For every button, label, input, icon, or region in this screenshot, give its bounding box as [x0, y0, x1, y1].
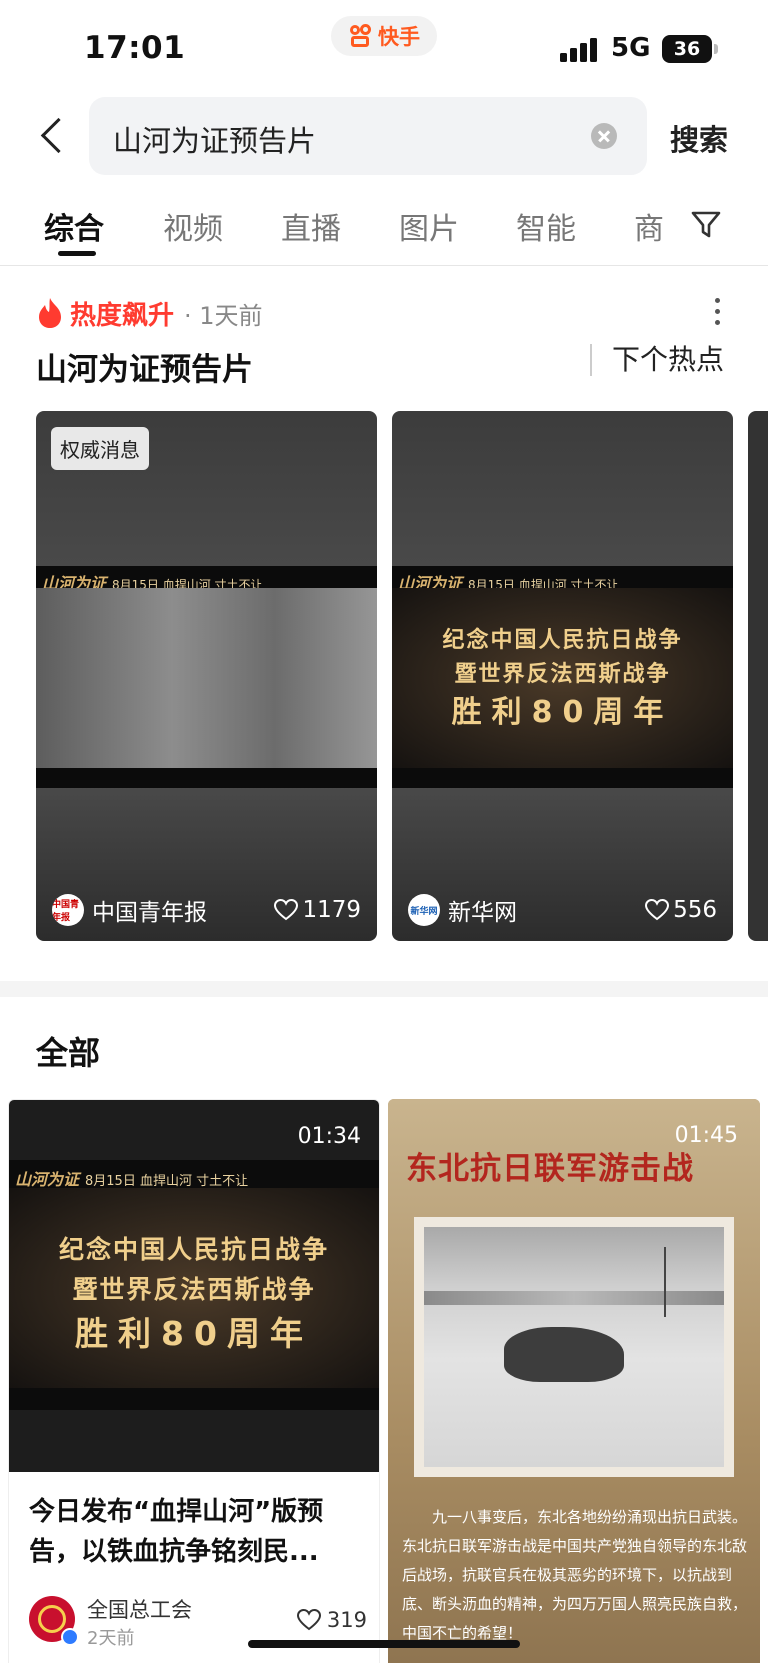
- author-avatar[interactable]: 中国青年报: [52, 894, 84, 926]
- video-result-card[interactable]: 01:34 山河为证 8月15日 血捍山河 寸土不让 纪念中国人民抗日战争 暨世界…: [8, 1099, 380, 1663]
- tab-images[interactable]: 图片: [399, 204, 459, 248]
- like-count[interactable]: 556: [645, 897, 717, 923]
- photo-tree: [664, 1247, 666, 1317]
- app-name: 快手: [378, 25, 420, 49]
- kuaishou-logo-icon: [348, 24, 372, 48]
- photo-soldier: [504, 1327, 624, 1382]
- author-avatar[interactable]: 新华网: [408, 894, 440, 926]
- like-count[interactable]: 1179: [274, 897, 361, 923]
- video-thumbnail: 山河为证 8月15日 血捍山河 寸土不让: [36, 566, 377, 788]
- author-name[interactable]: 新华网: [448, 893, 645, 927]
- card-footer: 中国青年报 中国青年报 1179: [52, 893, 361, 927]
- snow-battlefield-image: [424, 1227, 724, 1467]
- network-type: 5G: [611, 33, 651, 63]
- poster-frame: 山河为证 8月15日 血捍山河 寸土不让 纪念中国人民抗日战争 暨世界反法西斯战争…: [9, 1160, 379, 1410]
- hot-video-card[interactable]: 山河为证 8月15日 血捍山河 寸土不让 纪念中国人民抗日战争 暨世界反法西斯战争…: [392, 411, 733, 941]
- tab-live[interactable]: 直播: [281, 204, 341, 248]
- heart-icon: [645, 899, 670, 921]
- heart-icon: [296, 1609, 321, 1631]
- video-thumbnail: 01:34 山河为证 8月15日 血捍山河 寸土不让 纪念中国人民抗日战争 暨世界…: [9, 1100, 379, 1472]
- status-time: 17:01: [84, 30, 186, 66]
- authority-badge: 权威消息: [51, 427, 149, 470]
- poster-title: 东北抗日联军游击战: [406, 1151, 694, 1187]
- post-time: 2天前: [87, 1628, 135, 1649]
- active-tab-indicator: [58, 251, 96, 256]
- tab-shop[interactable]: 商: [634, 204, 664, 248]
- hot-video-card-peek[interactable]: [748, 411, 768, 941]
- poster-text: 纪念中国人民抗日战争 暨世界反法西斯战争 胜利80周年: [58, 1235, 329, 1353]
- flame-icon: [39, 298, 61, 328]
- home-indicator[interactable]: [248, 1640, 520, 1648]
- more-options-icon[interactable]: [712, 296, 722, 328]
- video-thumbnail: 山河为证 8月15日 血捍山河 寸土不让 纪念中国人民抗日战争 暨世界反法西斯战争…: [392, 566, 733, 788]
- tab-smart[interactable]: 智能: [516, 204, 576, 248]
- app-indicator-pill[interactable]: 快手: [331, 16, 437, 56]
- status-bar: 17:01 快手 5G 36: [0, 0, 768, 96]
- tab-comprehensive[interactable]: 综合: [44, 204, 104, 248]
- photo-ridge: [424, 1291, 724, 1305]
- author-name[interactable]: 中国青年报: [92, 893, 274, 927]
- tab-video[interactable]: 视频: [163, 204, 223, 248]
- like-count[interactable]: 319: [296, 1608, 367, 1632]
- poster-caption: 九一八事变后，东北各地纷纷涌现出抗日武装。东北抗日联军游击战是中国共产党独自领导…: [402, 1508, 748, 1642]
- search-input[interactable]: 山河为证预告片: [89, 97, 647, 175]
- search-query: 山河为证预告片: [113, 124, 317, 158]
- next-hot-topic-button[interactable]: 下个热点: [590, 344, 724, 376]
- video-duration: 01:34: [297, 1124, 361, 1149]
- clear-search-icon[interactable]: [591, 123, 617, 149]
- historical-photo: [414, 1217, 734, 1477]
- tabs-divider: [0, 265, 768, 266]
- hot-badge: 热度飙升: [70, 300, 175, 331]
- poster-banner: 山河为证 8月15日 血捍山河 寸土不让: [15, 1170, 249, 1189]
- verified-badge-icon: [61, 1628, 79, 1646]
- heart-icon: [274, 899, 299, 921]
- section-divider: [0, 981, 768, 997]
- author-name[interactable]: 全国总工会: [87, 1594, 192, 1624]
- hot-time: · 1天前: [184, 301, 263, 330]
- video-result-card[interactable]: 01:45 东北抗日联军游击战 九一八事变后，东北各地纷纷涌现出抗日武装。东北抗…: [388, 1099, 760, 1663]
- all-results-title: 全部: [36, 1034, 101, 1072]
- battery-icon: 36: [662, 35, 718, 63]
- historical-photo: [36, 588, 377, 768]
- poster-text: 纪念中国人民抗日战争 暨世界反法西斯战争 胜利80周年: [442, 628, 683, 730]
- video-description[interactable]: 今日发布“血捍山河”版预告，以铁血抗争铭刻民...: [29, 1492, 359, 1572]
- search-button[interactable]: 搜索: [670, 117, 728, 159]
- card-footer: 新华网 新华网 556: [408, 893, 717, 927]
- cellular-signal-icon: [560, 36, 600, 62]
- hot-trend-header: 热度飙升 · 1天前: [36, 295, 263, 331]
- battery-level: 36: [673, 38, 701, 60]
- hot-topic-title[interactable]: 山河为证预告片: [36, 344, 253, 389]
- filter-icon[interactable]: [690, 210, 722, 240]
- back-icon[interactable]: [34, 112, 74, 162]
- hot-video-card[interactable]: 权威消息 山河为证 8月15日 血捍山河 寸土不让 中国青年报 中国青年报 117…: [36, 411, 377, 941]
- search-tabs: 综合 视频 直播 图片 智能 商: [0, 196, 768, 266]
